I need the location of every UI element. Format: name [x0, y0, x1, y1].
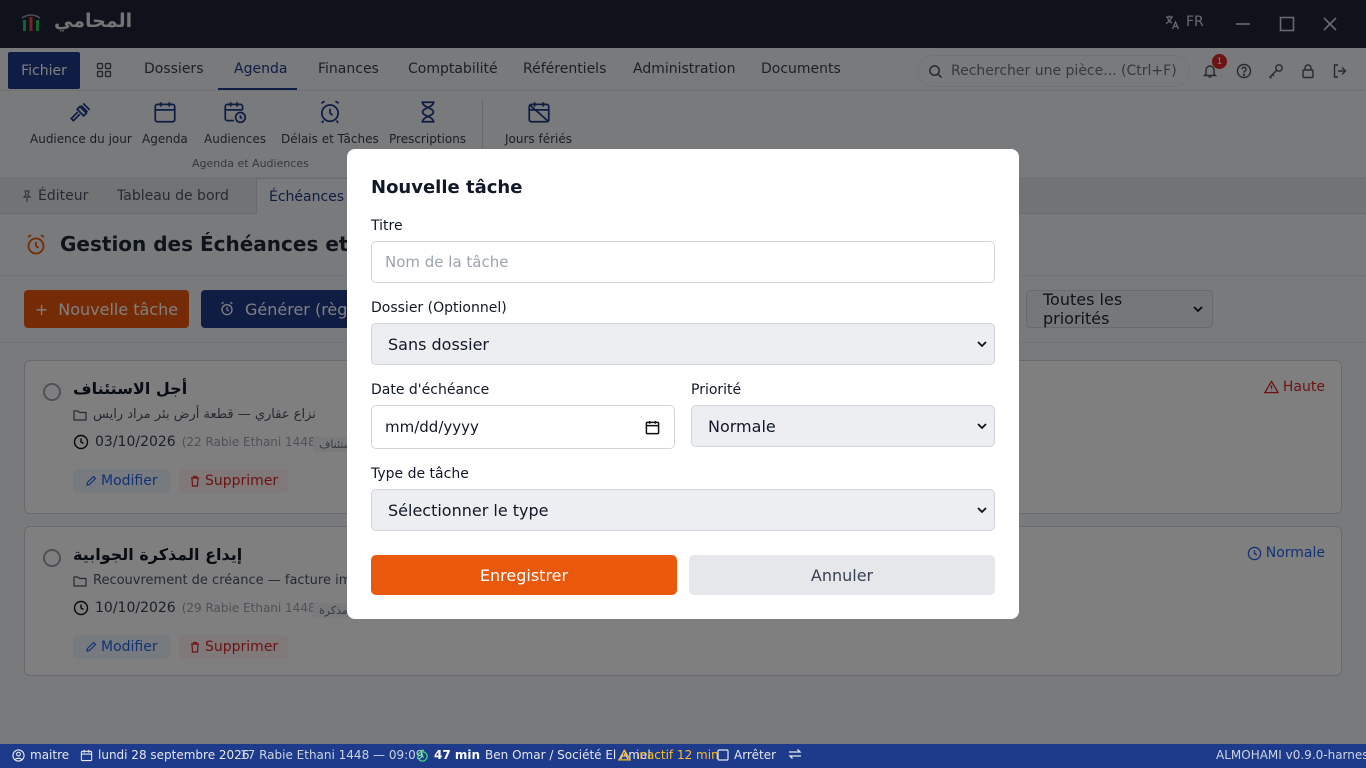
warning-icon: [618, 749, 631, 761]
stop-timer-button[interactable]: Arrêter: [717, 748, 776, 762]
chevron-down-icon: [976, 504, 988, 516]
titre-placeholder: Nom de la tâche: [385, 253, 509, 271]
type-value: Sélectionner le type: [388, 500, 549, 520]
save-button[interactable]: Enregistrer: [371, 555, 677, 595]
status-bar: maitre lundi 28 septembre 2026 17 Rabie …: [0, 744, 1366, 768]
chevron-down-icon: [976, 420, 988, 432]
chevron-down-icon: [976, 338, 988, 350]
type-select[interactable]: Sélectionner le type: [371, 489, 995, 531]
user-icon: [12, 748, 25, 762]
date-label: Date d'échéance: [371, 382, 490, 398]
cancel-button[interactable]: Annuler: [689, 555, 995, 595]
dossier-label: Dossier (Optionnel): [371, 300, 507, 316]
type-label: Type de tâche: [371, 466, 469, 482]
status-date: lundi 28 septembre 2026: [80, 748, 249, 762]
titre-input[interactable]: Nom de la tâche: [371, 241, 995, 283]
status-date-value: lundi 28 septembre 2026: [98, 748, 250, 762]
date-placeholder: mm/dd/yyyy: [385, 418, 479, 436]
status-hijri-time: 17 Rabie Ethani 1448 — 09:09: [240, 748, 424, 762]
stop-icon: [717, 749, 729, 761]
status-inactive-label: inactif 12 min: [636, 748, 719, 762]
titre-label: Titre: [371, 218, 403, 234]
timer-icon: [416, 749, 429, 762]
dialog-title: Nouvelle tâche: [371, 177, 523, 198]
stop-label: Arrêter: [734, 748, 777, 762]
status-duration: 47 min: [434, 748, 481, 762]
priorite-select[interactable]: Normale: [691, 405, 995, 447]
status-user: maitre: [12, 748, 69, 762]
dossier-select[interactable]: Sans dossier: [371, 323, 995, 365]
status-timer: 47 min Ben Omar / Société El Amel: [416, 748, 651, 762]
status-user-name: maitre: [30, 748, 70, 762]
calendar-icon[interactable]: [645, 420, 660, 435]
status-inactive: inactif 12 min: [618, 748, 719, 762]
new-task-dialog: Nouvelle tâche Titre Nom de la tâche Dos…: [347, 149, 1019, 619]
switch-icon[interactable]: [788, 748, 802, 760]
priorite-value: Normale: [708, 416, 776, 436]
app-version: ALMOHAMI v0.9.0-harness: [1216, 748, 1366, 762]
priorite-label: Priorité: [691, 382, 742, 398]
date-input[interactable]: mm/dd/yyyy: [371, 405, 675, 449]
dossier-value: Sans dossier: [388, 334, 490, 354]
calendar-icon: [80, 749, 93, 762]
